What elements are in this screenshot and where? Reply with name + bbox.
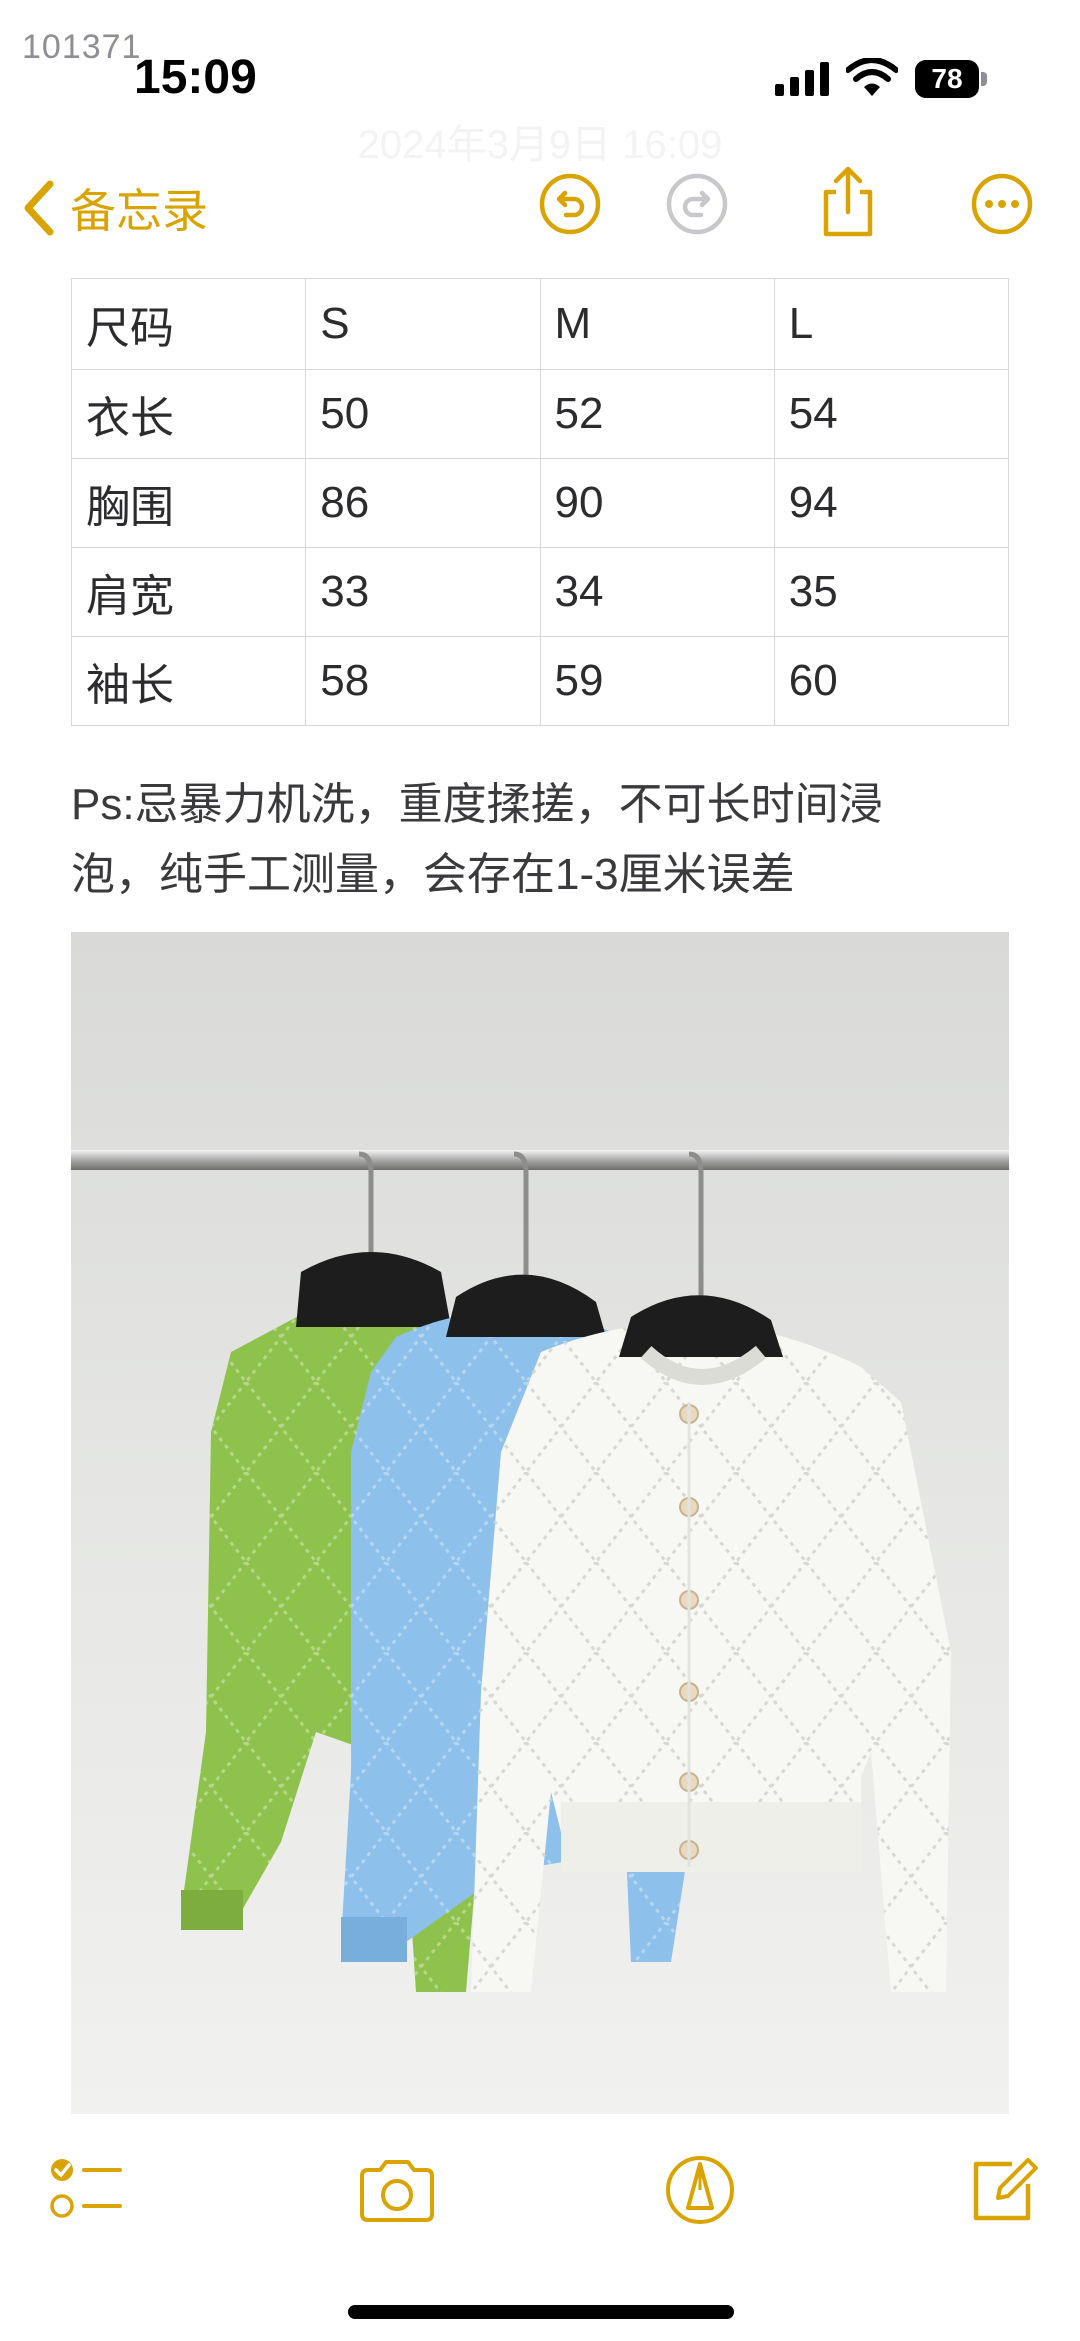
cellular-signal-icon: [775, 62, 829, 96]
care-note[interactable]: Ps:忌暴力机洗，重度揉搓，不可长时间浸 泡，纯手工测量，会存在1-3厘米误差: [71, 770, 1001, 910]
table-cell: 58: [305, 636, 541, 726]
more-options-icon[interactable]: [970, 172, 1034, 236]
table-header-cell: 尺码: [70, 278, 307, 370]
checklist-icon[interactable]: [48, 2150, 128, 2230]
status-time: 15:09: [134, 51, 257, 104]
table-row: 袖长 58 59 60: [70, 636, 1010, 726]
back-to-notes-button[interactable]: 备忘录: [22, 170, 208, 246]
table-cell: 90: [539, 458, 775, 548]
table-cell: 86: [305, 458, 541, 548]
home-indicator[interactable]: [348, 2305, 734, 2319]
markup-pen-icon[interactable]: [660, 2150, 740, 2230]
wifi-icon: [846, 58, 898, 96]
camera-icon[interactable]: [356, 2150, 438, 2230]
redo-icon[interactable]: [665, 172, 729, 236]
table-header-cell: M: [539, 278, 775, 370]
table-row: 胸围 86 90 94: [70, 458, 1010, 548]
table-header-row: 尺码 S M L: [70, 278, 1010, 370]
table-row-label: 衣长: [70, 369, 307, 459]
note-date-faded: 2024年3月9日 16:09: [357, 123, 723, 167]
table-cell: 54: [773, 369, 1010, 459]
table-cell: 52: [539, 369, 775, 459]
table-cell: 94: [773, 458, 1010, 548]
table-row: 衣长 50 52 54: [70, 369, 1010, 459]
table-row: 肩宽 33 34 35: [70, 547, 1010, 637]
table-cell: 33: [305, 547, 541, 637]
back-label: 备忘录: [70, 185, 208, 237]
chevron-left-icon: [24, 180, 54, 236]
undo-icon[interactable]: [538, 172, 602, 236]
table-row-label: 胸围: [70, 458, 307, 548]
care-note-line-1: Ps:忌暴力机洗，重度揉搓，不可长时间浸: [71, 780, 883, 829]
table-row-label: 袖长: [70, 636, 307, 726]
table-cell: 60: [773, 636, 1010, 726]
care-note-line-2: 泡，纯手工测量，会存在1-3厘米误差: [71, 850, 795, 899]
table-cell: 50: [305, 369, 541, 459]
product-photo[interactable]: [71, 932, 1009, 2114]
table-row-label: 肩宽: [70, 547, 307, 637]
compose-note-icon[interactable]: [962, 2150, 1042, 2230]
table-header-cell: S: [305, 278, 541, 370]
watermark-id: 101371: [22, 28, 142, 66]
table-cell: 34: [539, 547, 775, 637]
table-cell: 35: [773, 547, 1010, 637]
battery-percent: 78: [931, 63, 963, 94]
share-icon[interactable]: [816, 166, 880, 238]
battery-indicator: 78: [915, 60, 989, 98]
table-header-cell: L: [773, 278, 1010, 370]
table-cell: 59: [539, 636, 775, 726]
size-chart-table: 尺码 S M L 衣长 50 52 54 胸围 86 90 94 肩宽 33 34 35 袖长 58 59 60: [70, 278, 1010, 726]
